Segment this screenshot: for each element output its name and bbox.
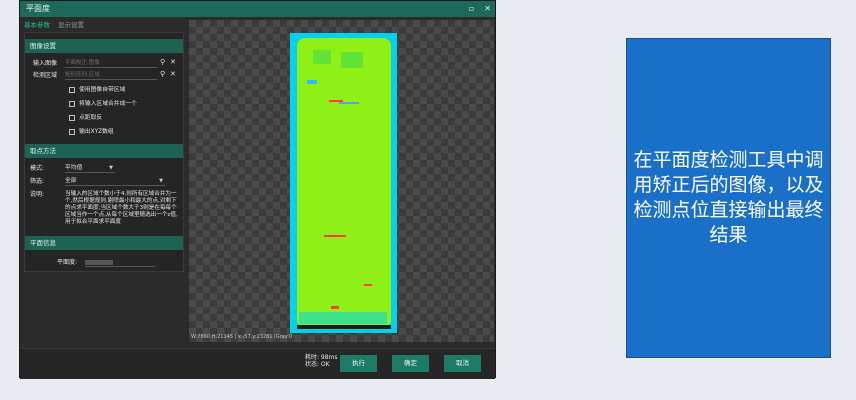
chevron-down-icon: ▼ — [109, 165, 113, 171]
window-title: 平面度 — [26, 4, 50, 13]
tab-bar: 基本参数 显示设置 — [24, 19, 84, 31]
sampling-header: 取点方法 — [25, 144, 183, 158]
mode-select[interactable]: 平均值 ▼ — [65, 164, 115, 173]
filter-label: 筛选: — [30, 178, 45, 185]
output-xyz-label: 输出XYZ数组 — [79, 129, 114, 135]
invert-distance-checkbox[interactable] — [69, 115, 75, 121]
maximize-icon[interactable]: ▫ — [469, 1, 474, 17]
use-image-region-label: 使用图像自带区域 — [79, 87, 126, 93]
merge-region-checkbox[interactable] — [69, 101, 75, 107]
description-callout: 在平面度检测工具中调用矫正后的图像，以及检测点位直接输出最终结果 — [626, 38, 831, 358]
use-image-region-checkbox[interactable] — [69, 87, 75, 93]
heatmap-feature — [313, 50, 331, 64]
image-viewer[interactable] — [189, 20, 494, 342]
cancel-button[interactable]: 取消 — [444, 355, 481, 372]
timing-info: 耗时: 98ms 状态: OK — [305, 354, 338, 368]
link-icon[interactable]: ⚲ — [160, 70, 165, 79]
heatmap-feature — [341, 52, 363, 68]
tab-display-settings[interactable]: 显示设置 — [58, 19, 84, 31]
invert-distance-label: 点距取反 — [79, 115, 103, 121]
heatmap-bottom-edge — [297, 325, 391, 329]
detect-region-label: 检测区域 — [33, 72, 58, 79]
link-icon[interactable]: ⚲ — [160, 58, 165, 67]
desc-label: 说明: — [30, 191, 45, 198]
flatness-header: 平面信息 — [25, 236, 183, 250]
input-image-field[interactable]: 平面校正.图像 — [65, 59, 157, 68]
flatness-dialog: 平面度 ▫ ✕ 基本参数 显示设置 图像设置 输入图像 平面校正.图像 ⚲ ✕ … — [19, 0, 496, 379]
ok-button[interactable]: 确定 — [392, 355, 429, 372]
flatness-label: 平面度: — [57, 259, 78, 266]
heatmap-feature — [307, 80, 317, 84]
image-settings-header: 图像设置 — [25, 39, 183, 53]
viewer-status: W:7860 H:21145 | x:-57,y:13281 |Gray:0 — [191, 334, 293, 340]
time-text: 耗时: 98ms — [305, 354, 338, 361]
mode-label: 模式: — [30, 165, 45, 172]
flatness-value — [85, 258, 155, 267]
tab-basic-params[interactable]: 基本参数 — [24, 19, 50, 31]
chevron-down-icon: ▼ — [159, 178, 163, 184]
clear-icon[interactable]: ✕ — [170, 70, 176, 79]
close-icon[interactable]: ✕ — [484, 1, 491, 17]
output-xyz-checkbox[interactable] — [69, 129, 75, 135]
detect-region-field[interactable]: 矩形阵列.区域 — [65, 71, 157, 80]
flatness-blurred-value — [85, 260, 113, 265]
heatmap-feature — [339, 102, 359, 104]
run-button[interactable]: 执行 — [340, 355, 377, 372]
input-image-label: 输入图像 — [33, 60, 58, 67]
heatmap-image — [290, 33, 397, 333]
title-bar: 平面度 ▫ ✕ — [20, 1, 495, 17]
heatmap-feature — [329, 100, 343, 102]
heatmap-bottom-band — [299, 312, 387, 324]
clear-icon[interactable]: ✕ — [170, 58, 176, 67]
callout-text: 在平面度检测工具中调用矫正后的图像，以及检测点位直接输出最终结果 — [633, 149, 824, 246]
merge-region-label: 将输入区域合并成一个 — [79, 101, 137, 107]
heatmap-feature — [331, 306, 339, 309]
parameter-panel: 图像设置 输入图像 平面校正.图像 ⚲ ✕ 检测区域 矩形阵列.区域 ⚲ ✕ 使… — [24, 32, 184, 272]
filter-select[interactable]: 全部 ▼ — [65, 177, 165, 186]
status-text: 状态: OK — [305, 361, 330, 368]
desc-text: 当输入的区域个数小于4,则所有区域合并为一个,然后根据规则,剔除最小和最大的点,… — [65, 191, 178, 225]
heatmap-feature — [324, 235, 346, 237]
heatmap-feature — [364, 284, 372, 286]
